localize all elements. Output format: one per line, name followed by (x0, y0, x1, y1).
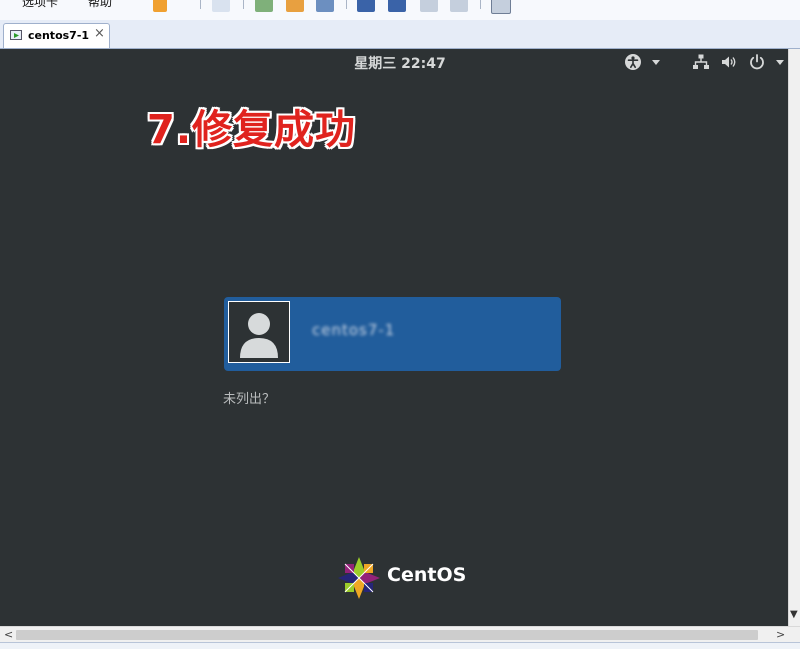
guest-screen[interactable]: 星期三 22:47 7.修复成功 centos7-1 未列出？ CentOS (0, 49, 788, 626)
toolbar-separator (480, 0, 481, 9)
view-console-icon[interactable] (357, 0, 375, 12)
scroll-left-arrow[interactable]: < (4, 628, 13, 641)
menu-help[interactable]: 帮助 (88, 0, 112, 10)
vertical-scrollbar[interactable]: ▼ (788, 49, 800, 626)
toolbar-separator (243, 0, 244, 9)
network-icon[interactable] (692, 53, 710, 71)
view-fullscreen-icon[interactable] (388, 0, 406, 12)
scrollbar-thumb[interactable] (16, 630, 758, 640)
avatar (228, 301, 290, 363)
vm-tab-strip: centos7-1 × (0, 20, 800, 49)
toolbar-separator (200, 0, 201, 9)
tab-centos7-1[interactable]: centos7-1 × (3, 23, 110, 48)
send-keys-icon[interactable] (212, 0, 230, 12)
horizontal-scrollbar[interactable]: < > (0, 626, 800, 642)
chevron-down-icon[interactable] (776, 60, 784, 65)
chevron-down-icon[interactable] (652, 60, 660, 65)
volume-icon[interactable] (720, 53, 738, 71)
scroll-right-arrow[interactable]: > (776, 628, 785, 641)
snapshot-icon[interactable] (255, 0, 273, 12)
view-library-icon[interactable] (491, 0, 511, 14)
centos-logo-icon (338, 557, 380, 599)
clock[interactable]: 星期三 22:47 (0, 53, 788, 73)
view-unity-icon[interactable] (420, 0, 438, 12)
centos-wordmark: CentOS (387, 564, 467, 586)
scroll-down-arrow[interactable]: ▼ (790, 609, 798, 620)
snapshot-manager-icon[interactable] (316, 0, 334, 12)
tab-label: centos7-1 (28, 29, 90, 42)
user-account-button[interactable]: centos7-1 (224, 297, 561, 371)
not-listed-link[interactable]: 未列出？ (223, 388, 275, 407)
toolbar-separator (346, 0, 347, 9)
gnome-top-bar: 星期三 22:47 (0, 49, 788, 75)
menu-tabs[interactable]: 选项卡 (22, 0, 58, 10)
annotation-label: 7.修复成功 (147, 107, 357, 153)
vm-icon (10, 30, 22, 40)
user-name: centos7-1 (312, 321, 396, 339)
power-icon[interactable] (748, 53, 766, 71)
user-icon (240, 313, 278, 358)
view-stretch-icon[interactable] (450, 0, 468, 12)
revert-snapshot-icon[interactable] (286, 0, 304, 12)
accessibility-icon[interactable] (624, 53, 642, 71)
close-icon[interactable]: × (94, 26, 105, 41)
pause-icon[interactable] (153, 0, 167, 12)
status-strip (0, 642, 800, 649)
vm-toolbar: 选项卡 帮助 (0, 0, 800, 21)
